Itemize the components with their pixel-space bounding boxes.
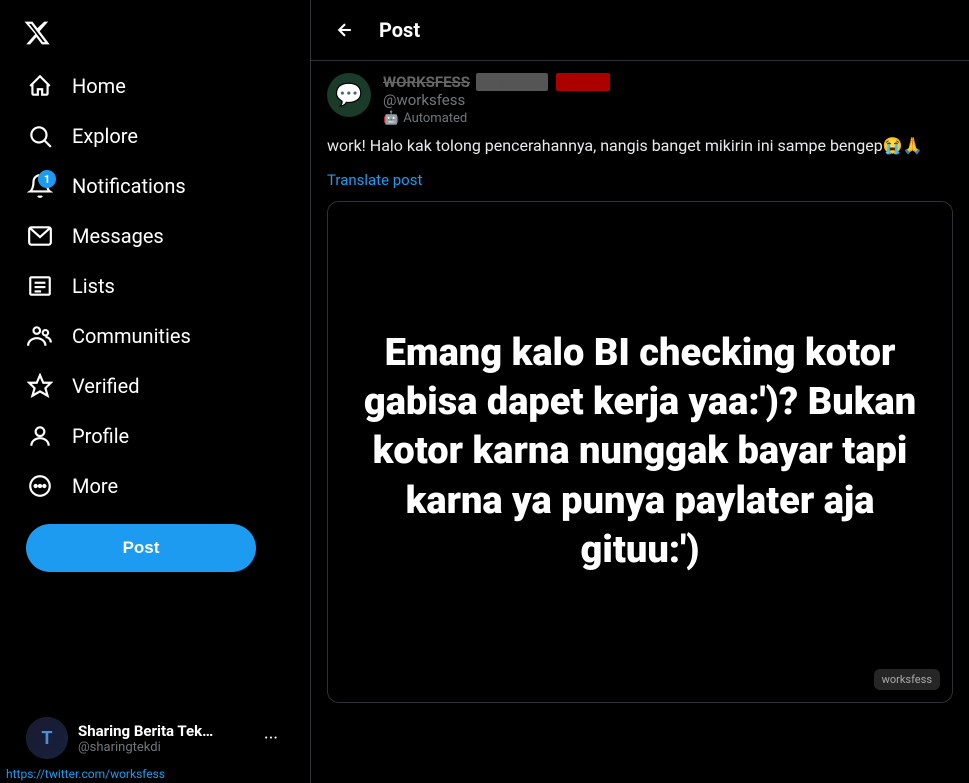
x-logo-icon	[23, 19, 51, 47]
sidebar-item-lists[interactable]: Lists	[12, 262, 298, 310]
communities-icon	[26, 322, 54, 350]
image-card-content: Emang kalo BI checking kotor gabisa dape…	[328, 202, 952, 702]
tweet-automated-label: 🤖 Automated	[383, 111, 612, 126]
translate-link[interactable]: Translate post	[327, 171, 422, 189]
tweet-avatar: 💬	[327, 73, 371, 117]
avatar-letter: T	[41, 728, 52, 749]
tweet-area: 💬 WORKSFESS ■■■■■■■■ ■■■■■■ @worksfess 🤖…	[311, 61, 969, 715]
avatar-image: T	[26, 717, 68, 759]
main-content: Post 💬 WORKSFESS ■■■■■■■■ ■■■■■■ @worksf…	[310, 0, 969, 783]
verified-label: Verified	[72, 374, 140, 398]
post-button[interactable]: Post	[26, 524, 256, 572]
tweet-user-row: 💬 WORKSFESS ■■■■■■■■ ■■■■■■ @worksfess 🤖…	[327, 73, 953, 126]
status-bar: https://twitter.com/worksfess	[0, 765, 171, 783]
communities-label: Communities	[72, 324, 191, 348]
bell-icon: 1	[26, 172, 54, 200]
username-redacted2: ■■■■■■	[556, 73, 610, 91]
username-redacted1: ■■■■■■■■	[476, 73, 548, 91]
sidebar-item-communities[interactable]: Communities	[12, 312, 298, 360]
image-text: Emang kalo BI checking kotor gabisa dape…	[358, 329, 922, 576]
person-icon	[26, 422, 54, 450]
sidebar: Home Explore 1 Notifications Messag	[0, 0, 310, 783]
avatar: T	[26, 717, 68, 759]
search-icon	[26, 122, 54, 150]
sidebar-item-verified[interactable]: Verified	[12, 362, 298, 410]
sidebar-item-messages[interactable]: Messages	[12, 212, 298, 260]
account-switcher[interactable]: T Sharing Berita Tek… @sharingtekdi ···	[12, 709, 292, 767]
more-icon	[26, 472, 54, 500]
home-label: Home	[72, 74, 126, 98]
image-watermark: worksfess	[874, 669, 940, 690]
automated-text: Automated	[403, 111, 467, 126]
tweet-handle: @worksfess	[383, 91, 612, 109]
back-button[interactable]	[327, 12, 363, 48]
tweet-user-info: WORKSFESS ■■■■■■■■ ■■■■■■ @worksfess 🤖 A…	[383, 73, 612, 126]
sidebar-item-more[interactable]: More	[12, 462, 298, 510]
x-logo[interactable]	[12, 8, 62, 58]
explore-label: Explore	[72, 124, 138, 148]
tweet-content: work! Halo kak tolong pencerahannya, nan…	[327, 134, 953, 158]
messages-label: Messages	[72, 224, 164, 248]
account-handle: @sharingtekdi	[78, 740, 254, 755]
sidebar-item-explore[interactable]: Explore	[12, 112, 298, 160]
page-title: Post	[379, 18, 420, 42]
more-label: More	[72, 474, 118, 498]
profile-label: Profile	[72, 424, 129, 448]
notification-badge: 1	[38, 170, 56, 188]
robot-icon: 🤖	[383, 111, 399, 126]
account-more-dots[interactable]: ···	[264, 728, 278, 749]
notifications-label: Notifications	[72, 174, 186, 198]
list-icon	[26, 272, 54, 300]
tweet-username: WORKSFESS ■■■■■■■■ ■■■■■■	[383, 73, 612, 91]
account-name: Sharing Berita Tek…	[78, 722, 254, 740]
home-icon	[26, 72, 54, 100]
sidebar-item-profile[interactable]: Profile	[12, 412, 298, 460]
username-text: WORKSFESS	[383, 73, 470, 91]
image-card: Emang kalo BI checking kotor gabisa dape…	[327, 201, 953, 703]
lists-label: Lists	[72, 274, 115, 298]
sidebar-item-home[interactable]: Home	[12, 62, 298, 110]
verified-icon	[26, 372, 54, 400]
sidebar-item-notifications[interactable]: 1 Notifications	[12, 162, 298, 210]
account-info: Sharing Berita Tek… @sharingtekdi	[78, 722, 254, 755]
post-header: Post	[311, 0, 969, 61]
mail-icon	[26, 222, 54, 250]
